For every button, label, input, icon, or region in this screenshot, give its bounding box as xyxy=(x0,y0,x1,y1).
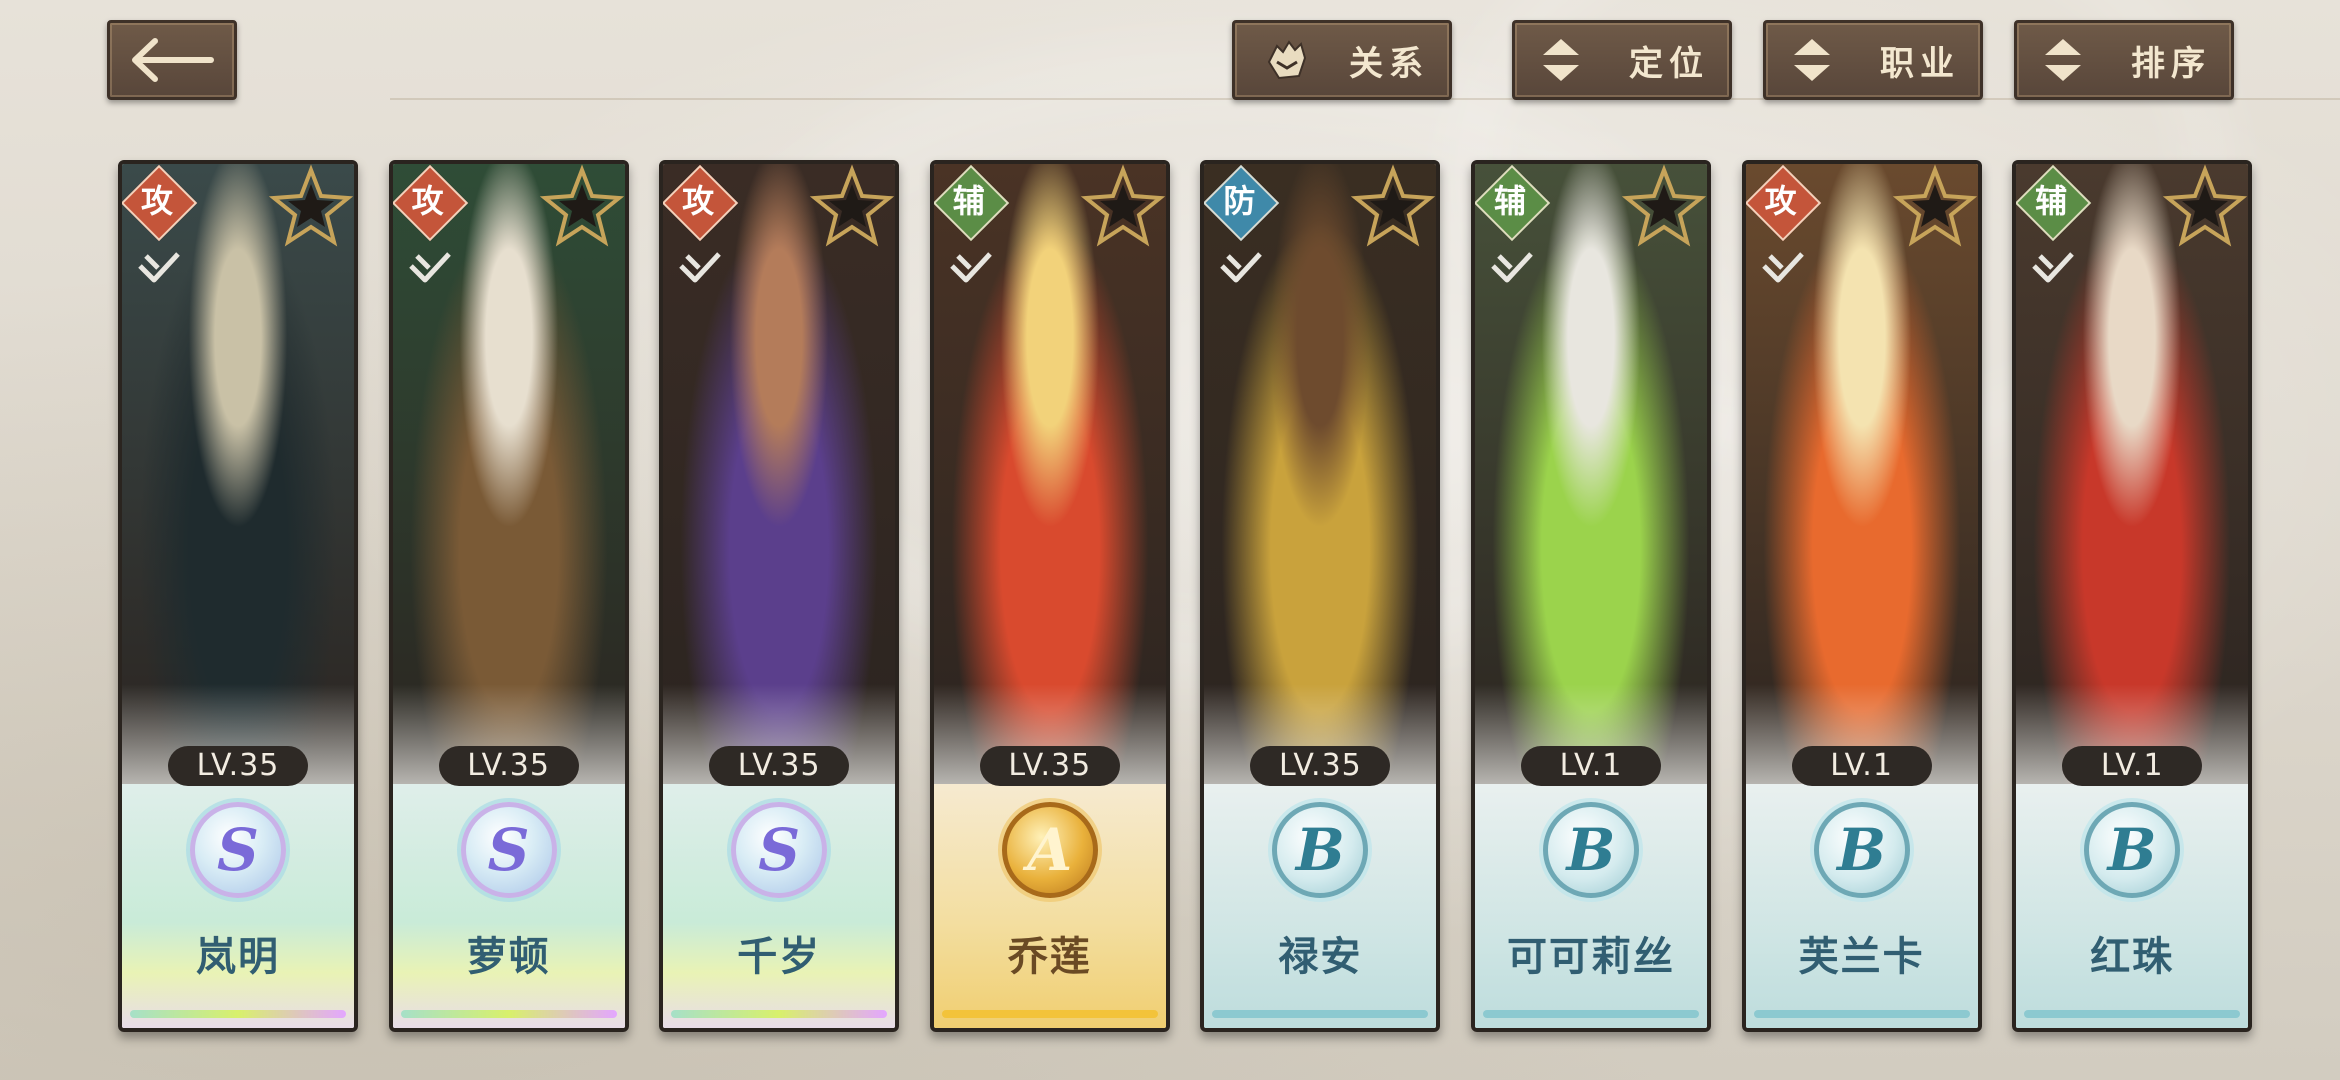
rank-badge: B xyxy=(1543,802,1639,898)
check-icon xyxy=(1761,252,1804,283)
role-label: 辅 xyxy=(952,182,985,220)
level-label: LV.35 xyxy=(979,746,1120,786)
rank-letter: A xyxy=(1027,816,1073,884)
sort-button[interactable]: 排序 xyxy=(2014,20,2234,100)
rank-letter: B xyxy=(1295,816,1345,884)
character-name: 萝顿 xyxy=(466,933,551,980)
character-name: 可可莉丝 xyxy=(1507,933,1675,980)
character-card[interactable]: 攻 LV.35 S 萝顿 xyxy=(388,160,629,1032)
star-icon xyxy=(1080,164,1165,247)
rank-badge: B xyxy=(2084,802,2181,898)
character-card[interactable]: 攻 LV.35 S 岚明 xyxy=(118,160,358,1032)
updown-icon xyxy=(1543,39,1579,81)
star-icon xyxy=(2163,164,2248,247)
rank-letter: S xyxy=(487,816,530,884)
role-label: 攻 xyxy=(682,182,715,220)
check-icon xyxy=(2032,252,2075,283)
rank-badge: S xyxy=(731,802,828,898)
star-icon xyxy=(1621,164,1707,247)
arrow-left-icon xyxy=(132,38,214,82)
relation-filter-label: 关系 xyxy=(1349,43,1429,84)
character-card[interactable]: 攻 LV.35 S 千岁 xyxy=(659,160,900,1032)
check-icon xyxy=(1491,252,1533,283)
rarity-bar xyxy=(130,1010,346,1018)
rank-badge: S xyxy=(460,802,557,898)
level-label: LV.35 xyxy=(1250,746,1391,786)
character-name: 乔莲 xyxy=(1007,933,1092,980)
rank-letter: S xyxy=(758,816,801,884)
character-name: 千岁 xyxy=(737,933,822,980)
rank-badge: B xyxy=(1813,802,1910,898)
character-card[interactable]: 辅 LV.35 A 乔莲 xyxy=(929,160,1170,1032)
character-card[interactable]: 辅 LV.1 B 可可莉丝 xyxy=(1471,160,1711,1032)
rarity-bar xyxy=(671,1010,888,1018)
level-label: LV.1 xyxy=(2062,746,2203,786)
updown-icon xyxy=(2045,39,2081,81)
star-icon xyxy=(810,164,895,247)
role-label: 辅 xyxy=(1493,182,1526,220)
rarity-bar xyxy=(1753,1010,1970,1018)
star-icon xyxy=(268,164,354,247)
role-label: 防 xyxy=(1223,182,1256,220)
role-label: 辅 xyxy=(2035,182,2068,220)
relation-filter-button[interactable]: 关系 xyxy=(1232,20,1452,100)
rarity-bar xyxy=(1212,1010,1429,1018)
level-label: LV.1 xyxy=(1521,746,1661,786)
role-label: 攻 xyxy=(140,182,173,220)
rarity-bar xyxy=(400,1010,617,1018)
updown-icon xyxy=(1794,39,1830,81)
check-icon xyxy=(950,252,992,283)
back-button[interactable] xyxy=(107,20,237,100)
rank-badge: A xyxy=(1001,802,1098,898)
star-icon xyxy=(1351,164,1436,247)
rank-letter: B xyxy=(1837,816,1887,884)
character-name: 岚明 xyxy=(196,933,280,980)
relation-icon xyxy=(1267,40,1307,80)
rank-badge: S xyxy=(190,802,286,898)
position-filter-button[interactable]: 定位 xyxy=(1512,20,1732,100)
rarity-bar xyxy=(2024,1010,2241,1018)
position-filter-label: 定位 xyxy=(1629,43,1709,84)
check-icon xyxy=(408,252,451,283)
rarity-bar xyxy=(941,1010,1158,1018)
character-card[interactable]: 攻 LV.1 B 芙兰卡 xyxy=(1741,160,1982,1032)
character-name: 芙兰卡 xyxy=(1798,933,1925,980)
star-icon xyxy=(1892,164,1977,247)
character-name: 红珠 xyxy=(2090,933,2175,980)
rank-letter: B xyxy=(1566,816,1616,884)
character-card[interactable]: 辅 LV.1 B 红珠 xyxy=(2012,160,2253,1032)
class-filter-button[interactable]: 职业 xyxy=(1763,20,1983,100)
level-label: LV.35 xyxy=(438,746,579,786)
check-icon xyxy=(138,252,180,283)
character-card[interactable]: 防 LV.35 B 禄安 xyxy=(1200,160,1441,1032)
class-filter-label: 职业 xyxy=(1880,43,1960,84)
rank-badge: B xyxy=(1272,802,1369,898)
star-icon xyxy=(539,164,624,247)
rank-letter: B xyxy=(2107,816,2157,884)
rarity-bar xyxy=(1483,1010,1699,1018)
sort-label: 排序 xyxy=(2131,43,2211,84)
level-label: LV.35 xyxy=(168,746,308,786)
check-icon xyxy=(679,252,722,283)
level-label: LV.1 xyxy=(1791,746,1932,786)
role-label: 攻 xyxy=(1764,182,1797,220)
role-label: 攻 xyxy=(411,182,444,220)
rank-letter: S xyxy=(217,816,259,884)
character-name: 禄安 xyxy=(1278,933,1363,980)
level-label: LV.35 xyxy=(709,746,850,786)
check-icon xyxy=(1220,252,1263,283)
